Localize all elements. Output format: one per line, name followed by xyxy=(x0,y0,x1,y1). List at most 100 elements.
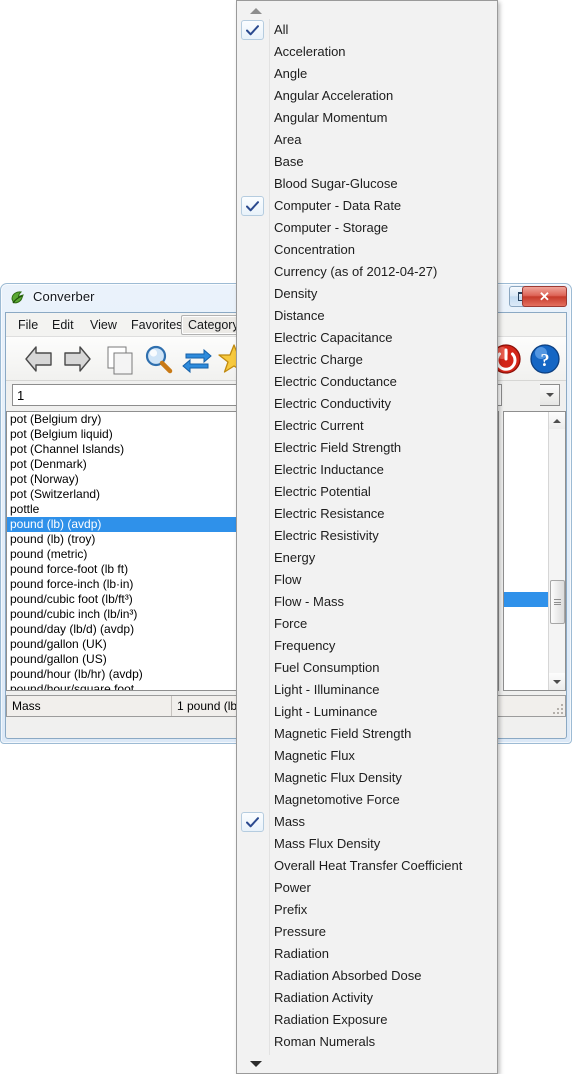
menu-item-frequency[interactable]: Frequency xyxy=(238,635,496,657)
menu-item-area[interactable]: Area xyxy=(238,129,496,151)
menu-item-mass-flux-density[interactable]: Mass Flux Density xyxy=(238,833,496,855)
menu-item-angular-momentum[interactable]: Angular Momentum xyxy=(238,107,496,129)
copy-icon[interactable] xyxy=(100,342,138,376)
menu-item-concentration[interactable]: Concentration xyxy=(238,239,496,261)
menu-item-electric-conductance[interactable]: Electric Conductance xyxy=(238,371,496,393)
menu-item-label: Electric Resistivity xyxy=(274,528,379,543)
menu-item-label: Fuel Consumption xyxy=(274,660,380,675)
menu-item-overall-heat-transfer-coefficient[interactable]: Overall Heat Transfer Coefficient xyxy=(238,855,496,877)
list-item[interactable] xyxy=(504,517,553,532)
list-item[interactable] xyxy=(504,442,553,457)
menu-item-magnetomotive-force[interactable]: Magnetomotive Force xyxy=(238,789,496,811)
menu-item-radiation[interactable]: Radiation xyxy=(238,943,496,965)
menu-item-energy[interactable]: Energy xyxy=(238,547,496,569)
menu-item-electric-charge[interactable]: Electric Charge xyxy=(238,349,496,371)
menu-item-label: Mass Flux Density xyxy=(274,836,381,851)
close-button[interactable]: ✕ xyxy=(522,286,567,307)
scrollbar-down-button[interactable] xyxy=(549,673,565,690)
list-item[interactable] xyxy=(504,502,553,517)
menu-item-electric-capacitance[interactable]: Electric Capacitance xyxy=(238,327,496,349)
menu-item-electric-resistance[interactable]: Electric Resistance xyxy=(238,503,496,525)
back-icon[interactable] xyxy=(20,342,58,376)
help-icon[interactable]: ? xyxy=(526,342,564,376)
menu-item-angle[interactable]: Angle xyxy=(238,63,496,85)
menu-item-electric-inductance[interactable]: Electric Inductance xyxy=(238,459,496,481)
list-item[interactable] xyxy=(504,532,553,547)
menu-item-light-illuminance[interactable]: Light - Illuminance xyxy=(238,679,496,701)
menu-item-all[interactable]: All xyxy=(238,19,496,41)
menu-item-base[interactable]: Base xyxy=(238,151,496,173)
list-item[interactable] xyxy=(504,607,553,622)
resize-grip[interactable] xyxy=(551,702,563,714)
menu-item-electric-potential[interactable]: Electric Potential xyxy=(238,481,496,503)
list-item[interactable] xyxy=(504,637,553,652)
menu-item-angular-acceleration[interactable]: Angular Acceleration xyxy=(238,85,496,107)
check-icon xyxy=(241,196,264,216)
scroll-down-arrow-icon xyxy=(250,1060,262,1067)
menu-item-magnetic-flux[interactable]: Magnetic Flux xyxy=(238,745,496,767)
menu-item-radiation-activity[interactable]: Radiation Activity xyxy=(238,987,496,1009)
list-item[interactable] xyxy=(504,592,553,607)
menu-item-currency-as-of-2012-04-27[interactable]: Currency (as of 2012-04-27) xyxy=(238,261,496,283)
forward-icon[interactable] xyxy=(58,342,96,376)
menu-item-radiation-absorbed-dose[interactable]: Radiation Absorbed Dose xyxy=(238,965,496,987)
list-item[interactable] xyxy=(504,562,553,577)
menu-item-power[interactable]: Power xyxy=(238,877,496,899)
menu-item-electric-conductivity[interactable]: Electric Conductivity xyxy=(238,393,496,415)
menu-item-electric-current[interactable]: Electric Current xyxy=(238,415,496,437)
menu-item-computer-storage[interactable]: Computer - Storage xyxy=(238,217,496,239)
menu-item-flow-mass[interactable]: Flow - Mass xyxy=(238,591,496,613)
menu-item-mass[interactable]: Mass xyxy=(238,811,496,833)
menu-scroll-up-button[interactable] xyxy=(238,2,496,19)
list-item[interactable] xyxy=(504,427,553,442)
scrollbar-thumb[interactable] xyxy=(550,580,565,624)
list-item[interactable] xyxy=(504,412,553,427)
value-combo-arrow[interactable] xyxy=(540,384,560,406)
menu-item-prefix[interactable]: Prefix xyxy=(238,899,496,921)
menu-item-electric-resistivity[interactable]: Electric Resistivity xyxy=(238,525,496,547)
menu-item-distance[interactable]: Distance xyxy=(238,305,496,327)
list-item[interactable] xyxy=(504,547,553,562)
menu-edit[interactable]: Edit xyxy=(46,316,80,334)
menu-favorites[interactable]: Favorites xyxy=(125,316,188,334)
window-title: Converber xyxy=(33,289,95,304)
list-item[interactable] xyxy=(504,487,553,502)
list-item[interactable] xyxy=(504,457,553,472)
menu-item-pressure[interactable]: Pressure xyxy=(238,921,496,943)
menu-item-label: Roman Numerals xyxy=(274,1034,376,1049)
menu-item-electric-field-strength[interactable]: Electric Field Strength xyxy=(238,437,496,459)
menu-view[interactable]: View xyxy=(84,316,123,334)
menu-file[interactable]: File xyxy=(12,316,44,334)
menu-item-light-luminance[interactable]: Light - Luminance xyxy=(238,701,496,723)
menu-item-acceleration[interactable]: Acceleration xyxy=(238,41,496,63)
list-item[interactable] xyxy=(504,577,553,592)
menu-item-label: Overall Heat Transfer Coefficient xyxy=(274,858,463,873)
menu-item-flow[interactable]: Flow xyxy=(238,569,496,591)
menu-item-label: Light - Illuminance xyxy=(274,682,380,697)
menu-item-density[interactable]: Density xyxy=(238,283,496,305)
menu-item-label: Flow xyxy=(274,572,302,587)
list-item[interactable] xyxy=(504,667,553,682)
swap-icon[interactable] xyxy=(178,342,216,376)
target-unit-list[interactable] xyxy=(503,411,566,691)
menu-item-magnetic-flux-density[interactable]: Magnetic Flux Density xyxy=(238,767,496,789)
menu-item-computer-data-rate[interactable]: Computer - Data Rate xyxy=(238,195,496,217)
menu-item-roman-numerals[interactable]: Roman Numerals xyxy=(238,1031,496,1053)
list-item[interactable] xyxy=(504,652,553,667)
list-item[interactable] xyxy=(504,472,553,487)
menu-item-label: Base xyxy=(274,154,304,169)
menu-item-magnetic-field-strength[interactable]: Magnetic Field Strength xyxy=(238,723,496,745)
menu-item-label: Area xyxy=(274,132,302,147)
scrollbar-up-button[interactable] xyxy=(549,412,565,429)
menu-item-list: All Acceleration Angle Angular Acceleration… xyxy=(238,19,496,1053)
menu-item-blood-sugar-glucose[interactable]: Blood Sugar-Glucose xyxy=(238,173,496,195)
search-icon[interactable] xyxy=(139,342,177,376)
menu-item-fuel-consumption[interactable]: Fuel Consumption xyxy=(238,657,496,679)
menu-scroll-down-button[interactable] xyxy=(238,1055,496,1072)
menu-item-label: Radiation Exposure xyxy=(274,1012,388,1027)
menu-item-force[interactable]: Force xyxy=(238,613,496,635)
menu-item-radiation-exposure[interactable]: Radiation Exposure xyxy=(238,1009,496,1031)
menu-item-label: Magnetic Flux xyxy=(274,748,355,763)
target-list-scrollbar[interactable] xyxy=(548,412,565,690)
list-item[interactable] xyxy=(504,622,553,637)
